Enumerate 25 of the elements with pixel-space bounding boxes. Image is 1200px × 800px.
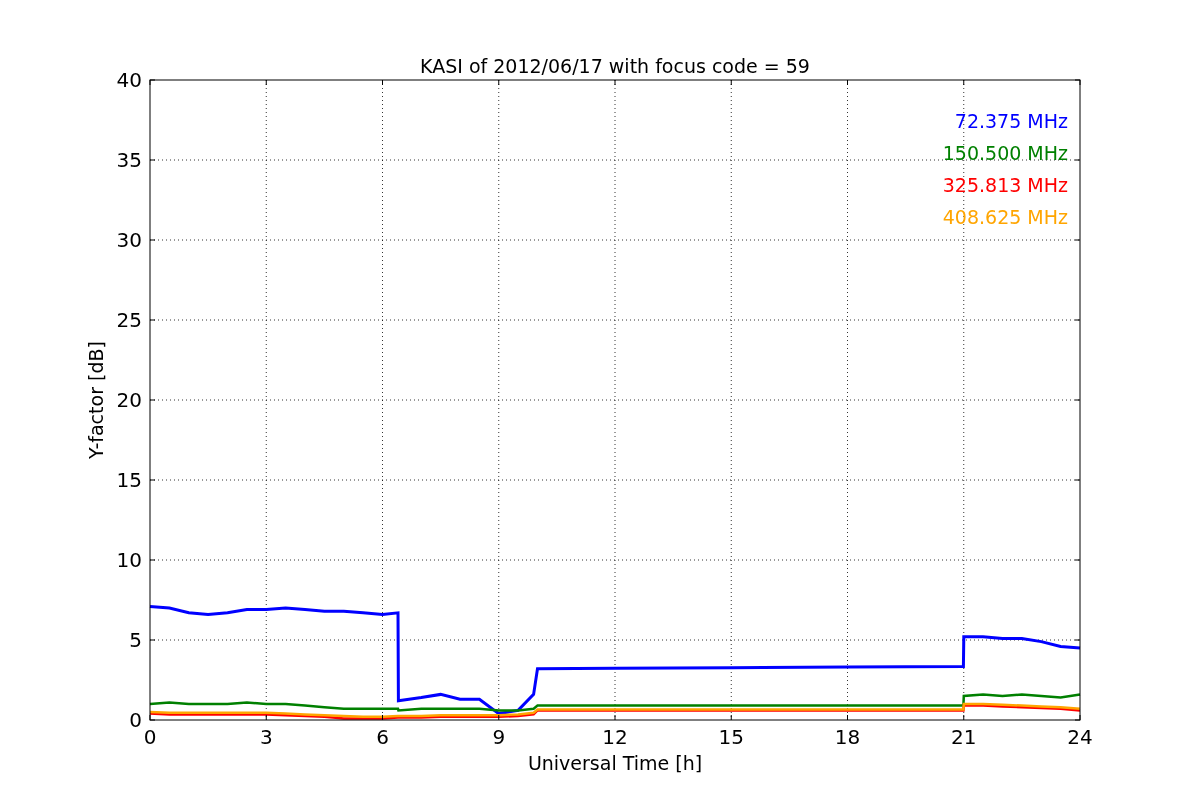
x-axis-label: Universal Time [h]	[527, 752, 703, 774]
x-tick-label: 18	[834, 725, 861, 749]
y-tick-label: 35	[116, 148, 142, 172]
y-tick-label: 10	[116, 548, 142, 572]
y-tick-label: 30	[116, 228, 142, 252]
y-axis-label: Y-factor [dB]	[85, 341, 107, 459]
legend-label: 408.625 MHz	[942, 206, 1068, 228]
legend-label: 150.500 MHz	[942, 142, 1068, 164]
y-tick-label: 40	[116, 68, 142, 92]
y-tick-label: 0	[129, 708, 142, 732]
legend-label: 72.375 MHz	[954, 110, 1068, 132]
y-tick-label: 15	[116, 468, 142, 492]
y-tick-label: 25	[116, 308, 142, 332]
x-tick-label: 0	[143, 725, 157, 749]
x-tick-label: 9	[492, 725, 506, 749]
x-tick-label: 15	[718, 725, 744, 749]
x-tick-label: 6	[376, 725, 389, 749]
y-tick-label: 20	[116, 388, 142, 412]
x-tick-label: 3	[259, 725, 273, 749]
x-tick-label: 12	[602, 725, 628, 749]
chart-title: KASI of 2012/06/17 with focus code = 59	[420, 55, 810, 77]
x-tick-label: 21	[951, 725, 977, 749]
x-tick-label: 24	[1067, 725, 1093, 749]
legend-label: 325.813 MHz	[942, 174, 1068, 196]
y-tick-label: 5	[129, 628, 142, 652]
